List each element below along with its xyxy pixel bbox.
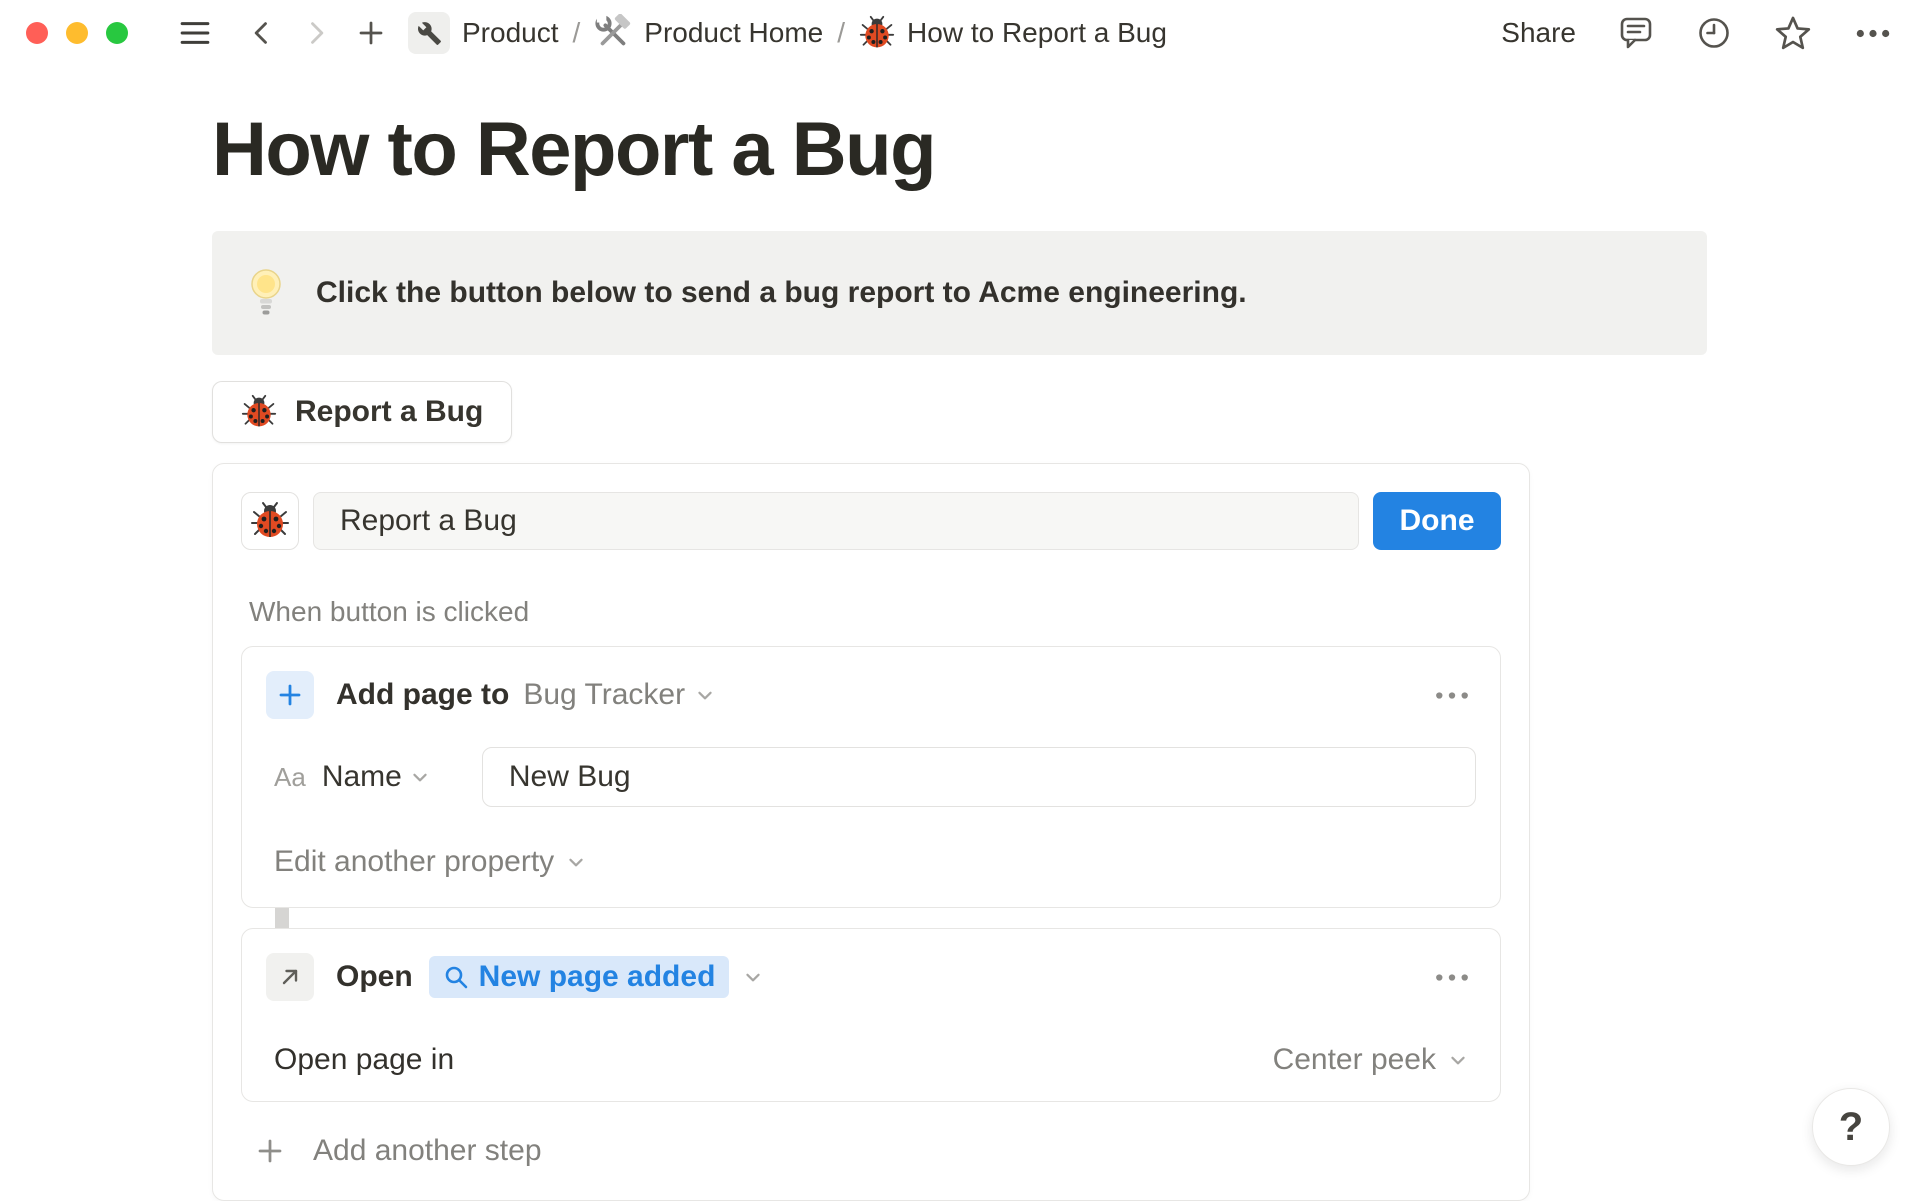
breadcrumb-label: Product Home xyxy=(644,17,823,49)
step-connector xyxy=(275,908,289,928)
back-icon[interactable] xyxy=(248,18,276,48)
share-button[interactable]: Share xyxy=(1501,17,1576,49)
breadcrumb-separator: / xyxy=(835,17,847,49)
button-name-input[interactable] xyxy=(313,492,1359,550)
window-topbar: Product / Product Home / xyxy=(0,0,1920,66)
report-a-bug-button-label: Report a Bug xyxy=(295,395,483,429)
property-value-input[interactable] xyxy=(482,747,1476,807)
step-card-add-page: Add page to Bug Tracker Aa Name xyxy=(241,646,1501,908)
zoom-window-button[interactable] xyxy=(106,22,128,44)
chevron-down-icon xyxy=(410,767,430,787)
step-menu-icon[interactable] xyxy=(1428,966,1476,989)
step-action-label: Add page to xyxy=(336,678,509,712)
breadcrumb: Product / Product Home / xyxy=(408,12,1167,54)
hammer-wrench-icon xyxy=(594,14,632,52)
button-emoji-picker[interactable] xyxy=(241,492,299,550)
edit-another-property-button[interactable]: Edit another property xyxy=(274,845,586,879)
open-page-in-label: Open page in xyxy=(274,1043,454,1077)
target-database-select[interactable]: Bug Tracker xyxy=(523,678,715,712)
forward-icon[interactable] xyxy=(302,18,330,48)
add-another-step-button[interactable]: Add another step xyxy=(255,1134,542,1168)
open-page-in-select[interactable]: Center peek xyxy=(1273,1043,1468,1077)
breadcrumb-label: Product xyxy=(462,17,559,49)
ladybug-icon xyxy=(241,394,277,430)
trigger-label: When button is clicked xyxy=(249,596,1501,628)
page-title[interactable]: How to Report a Bug xyxy=(212,106,1920,193)
arrow-up-right-icon xyxy=(266,953,314,1001)
callout-block[interactable]: Click the button below to send a bug rep… xyxy=(212,231,1707,355)
step-action-label: Open xyxy=(336,960,413,994)
breadcrumb-item-product-home[interactable]: Product Home xyxy=(594,14,823,52)
traffic-lights xyxy=(26,22,128,44)
comments-icon[interactable] xyxy=(1618,14,1654,52)
help-button[interactable]: ? xyxy=(1812,1088,1890,1166)
search-icon xyxy=(443,964,469,990)
step-card-open-page: Open New page added Ope xyxy=(241,928,1501,1102)
breadcrumb-item-product[interactable]: Product xyxy=(408,12,559,54)
step-menu-icon[interactable] xyxy=(1428,684,1476,707)
close-window-button[interactable] xyxy=(26,22,48,44)
sidebar-menu-icon[interactable] xyxy=(178,19,212,47)
plus-icon xyxy=(255,1136,285,1166)
wrench-icon xyxy=(408,12,450,54)
chevron-down-icon xyxy=(743,967,763,987)
history-clock-icon[interactable] xyxy=(1696,15,1732,51)
breadcrumb-item-current-page[interactable]: How to Report a Bug xyxy=(859,15,1167,51)
button-editor-panel: Done When button is clicked Add page to … xyxy=(212,463,1530,1201)
open-target-page-select[interactable]: New page added xyxy=(429,956,730,998)
ladybug-icon xyxy=(250,501,290,541)
breadcrumb-label: How to Report a Bug xyxy=(907,17,1167,49)
favorite-star-icon[interactable] xyxy=(1774,14,1812,52)
chevron-down-icon xyxy=(566,852,586,872)
done-button[interactable]: Done xyxy=(1373,492,1501,550)
ladybug-icon xyxy=(859,15,895,51)
minimize-window-button[interactable] xyxy=(66,22,88,44)
page-body: How to Report a Bug Click the button bel… xyxy=(0,106,1920,1201)
property-select[interactable]: Aa Name xyxy=(274,760,430,794)
more-options-icon[interactable] xyxy=(1854,27,1892,40)
text-property-icon: Aa xyxy=(274,762,306,793)
breadcrumb-separator: / xyxy=(571,17,583,49)
plus-icon xyxy=(266,671,314,719)
chevron-down-icon xyxy=(1448,1050,1468,1070)
light-bulb-icon xyxy=(246,267,286,319)
chevron-down-icon xyxy=(695,685,715,705)
callout-text: Click the button below to send a bug rep… xyxy=(316,276,1247,310)
new-page-icon[interactable] xyxy=(356,18,386,48)
report-a-bug-button[interactable]: Report a Bug xyxy=(212,381,512,443)
